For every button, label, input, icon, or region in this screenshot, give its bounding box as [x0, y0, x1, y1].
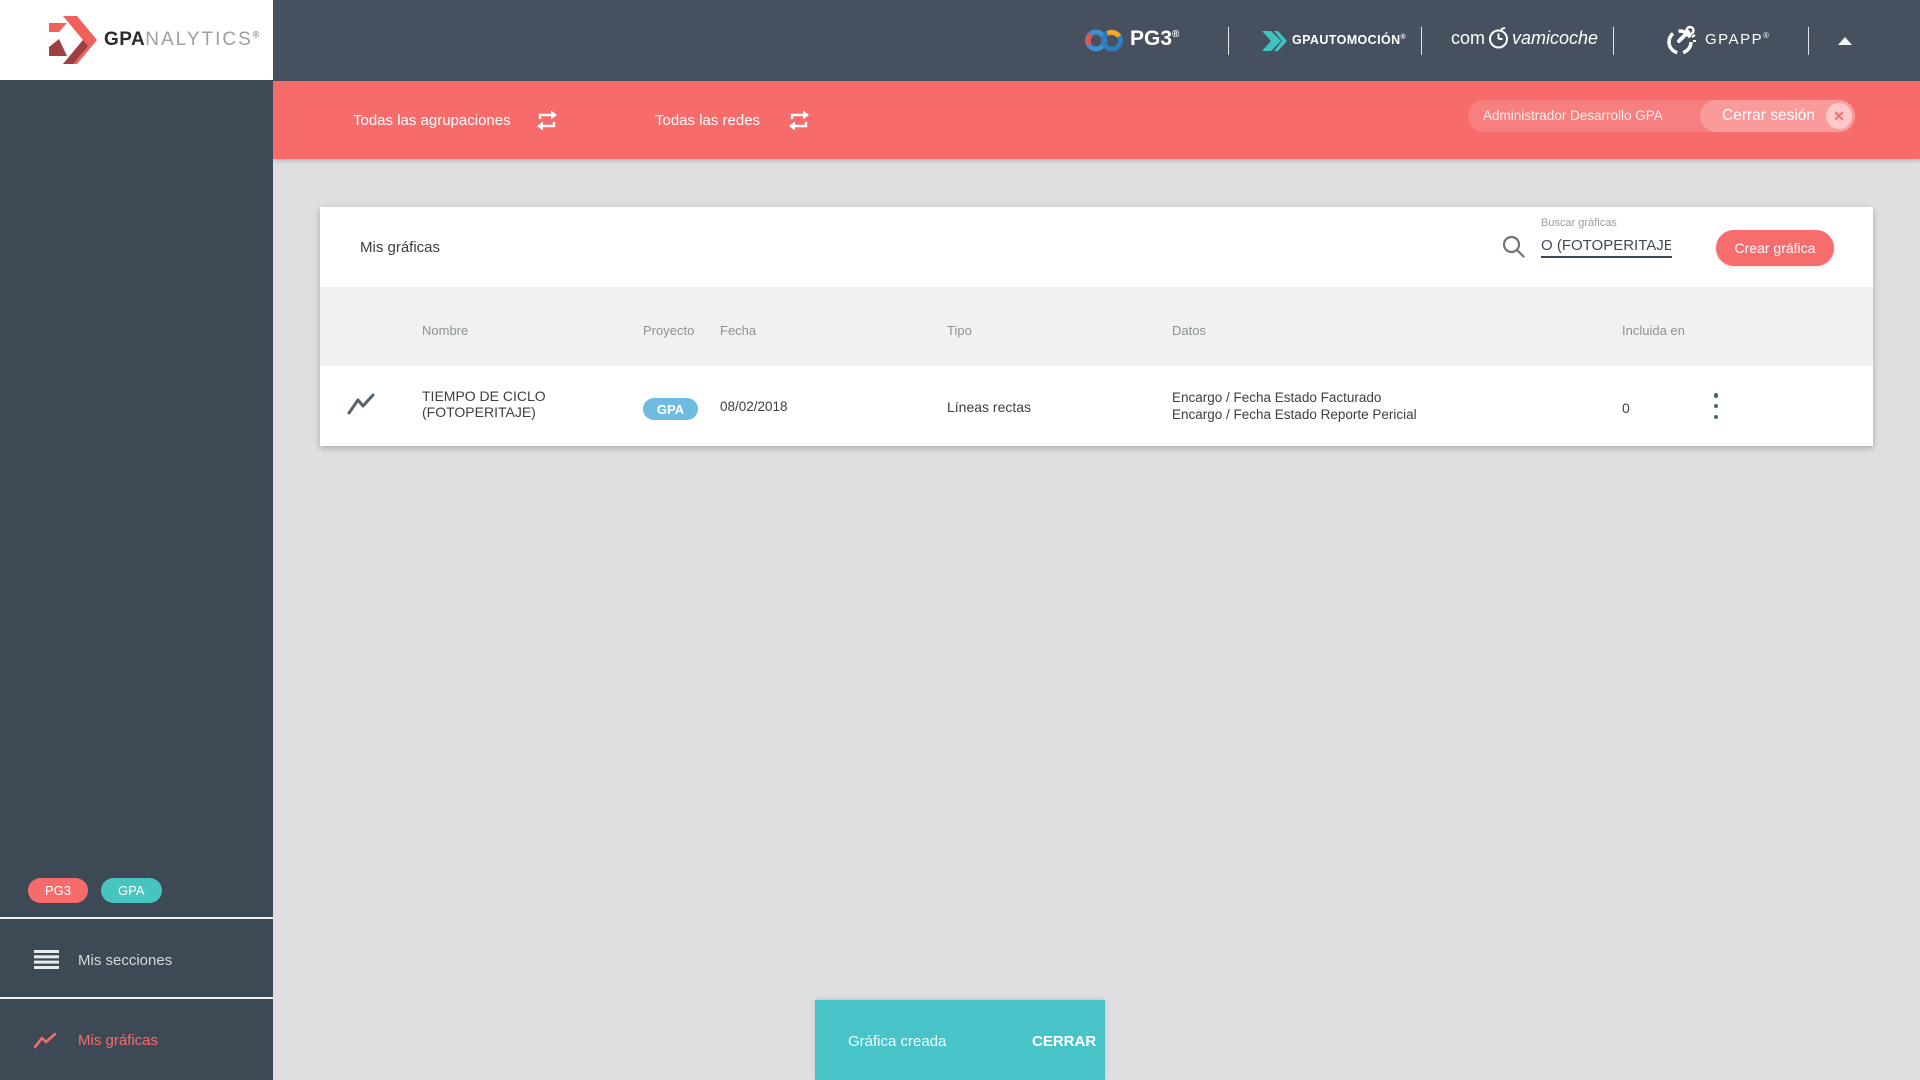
date-cell: 08/02/2018	[720, 399, 788, 414]
graph-name-line1: TIEMPO DE CICLO	[422, 388, 546, 404]
logout-button[interactable]: Cerrar sesión ✕	[1700, 100, 1855, 132]
sidebar-item-label: Mis gráficas	[78, 1032, 159, 1049]
top-header-bar: PG3® GPAUTOMOCIÓN® com vamicoche GPAPP®	[0, 0, 1920, 81]
snackbar: Gráfica creada CERRAR	[815, 1000, 1105, 1080]
networks-filter-label[interactable]: Todas las redes	[655, 112, 760, 129]
page-title: Mis gráficas	[360, 239, 441, 256]
header-divider	[1228, 27, 1229, 55]
data-line1: Encargo / Fecha Estado Facturado	[1172, 390, 1382, 405]
gpautomocion-reg: ®	[1400, 33, 1407, 41]
user-name: Administrador Desarrollo GPA	[1483, 108, 1663, 123]
sidebar-item-label: Mis secciones	[78, 952, 173, 969]
sidebar-item-mis-graficas[interactable]: Mis gráficas	[0, 999, 273, 1079]
included-in-cell: 0	[1622, 400, 1630, 416]
data-cell: Encargo / Fecha Estado Facturado Encargo…	[1172, 390, 1417, 423]
graph-name-cell: TIEMPO DE CICLO (FOTOPERITAJE)	[422, 388, 546, 420]
type-cell: Líneas rectas	[947, 399, 1032, 415]
sections-list-icon	[34, 950, 59, 969]
snackbar-message: Gráfica creada	[848, 1033, 947, 1050]
gpanalytics-arrow-icon	[49, 16, 97, 64]
column-header-incluida: Incluida en	[1622, 323, 1685, 338]
gpapp-reg: ®	[1763, 31, 1769, 40]
snackbar-close-button[interactable]: CERRAR	[1032, 1033, 1096, 1050]
line-chart-icon	[34, 1033, 56, 1049]
column-header-datos: Datos	[1172, 323, 1206, 338]
logout-label: Cerrar sesión	[1722, 107, 1816, 124]
gpapp-wrench-icon	[1667, 25, 1696, 55]
search-underline	[1541, 256, 1672, 258]
brand-reg: ®	[252, 29, 260, 40]
graph-name-line2: (FOTOPERITAJE)	[422, 403, 536, 420]
gpautomocion-arrow-icon	[1262, 31, 1287, 51]
pg3-badge[interactable]: PG3	[28, 878, 89, 903]
pg3-reg: ®	[1172, 29, 1180, 40]
column-header-nombre: Nombre	[422, 323, 469, 338]
header-divider	[1613, 27, 1614, 55]
project-badge: GPA	[643, 398, 698, 420]
collapse-arrow-icon[interactable]	[1838, 37, 1852, 45]
search-field-label: Buscar gráficas	[1541, 217, 1617, 229]
column-header-proyecto: Proyecto	[643, 323, 695, 338]
search-value: O (FOTOPERITAJE)	[1541, 236, 1671, 254]
header-divider	[1808, 27, 1809, 55]
column-header-tipo: Tipo	[947, 323, 972, 338]
pg3-infinity-icon	[1085, 29, 1123, 52]
line-chart-icon	[347, 393, 375, 415]
table-row[interactable]: TIEMPO DE CICLO (FOTOPERITAJE) GPA 08/02…	[320, 366, 1873, 446]
comprovamicoche-logo: com vamicoche	[1451, 27, 1598, 50]
search-icon[interactable]	[1502, 235, 1525, 258]
gpanalytics-logo-text: GPANALYTICS®	[104, 29, 260, 50]
comprova-pre-text: com	[1451, 28, 1486, 48]
header-divider	[1421, 27, 1422, 55]
table-header: Nombre Proyecto Fecha Tipo Datos Incluid…	[320, 287, 1873, 366]
brand-logo-box: GPANALYTICS®	[0, 0, 273, 80]
pg3-logo: PG3®	[1130, 27, 1180, 50]
groupings-filter-label[interactable]: Todas las agrupaciones	[353, 112, 511, 129]
gpautomocion-logo: GPAUTOMOCIÓN®	[1292, 33, 1407, 47]
graphs-card: Mis gráficas Buscar gráficas O (FOTOPERI…	[320, 207, 1873, 446]
sidebar: PG3 GPA Mis secciones Mis gráficas	[0, 79, 273, 1080]
data-line2: Encargo / Fecha Estado Reporte Pericial	[1172, 406, 1417, 422]
swap-networks-icon[interactable]	[787, 110, 811, 131]
sidebar-item-mis-secciones[interactable]: Mis secciones	[0, 919, 273, 999]
filter-bar: Todas las agrupaciones Todas las redes A…	[273, 81, 1920, 159]
comprova-post-text: vamicoche	[1512, 28, 1599, 48]
swap-groupings-icon[interactable]	[535, 110, 559, 131]
clock-icon	[1489, 27, 1509, 49]
sidebar-badges: PG3 GPA	[28, 878, 162, 903]
gpapp-logo: GPAPP®	[1705, 31, 1769, 48]
create-graph-button[interactable]: Crear gráfica	[1716, 230, 1834, 266]
app-window: PG3® GPAUTOMOCIÓN® com vamicoche GPAPP® …	[0, 0, 1920, 1080]
row-menu-icon[interactable]	[1709, 393, 1723, 419]
search-input[interactable]: O (FOTOPERITAJE)	[1541, 234, 1671, 256]
logout-x-icon[interactable]: ✕	[1826, 103, 1852, 129]
gpa-badge[interactable]: GPA	[101, 878, 162, 903]
column-header-fecha: Fecha	[720, 323, 757, 338]
